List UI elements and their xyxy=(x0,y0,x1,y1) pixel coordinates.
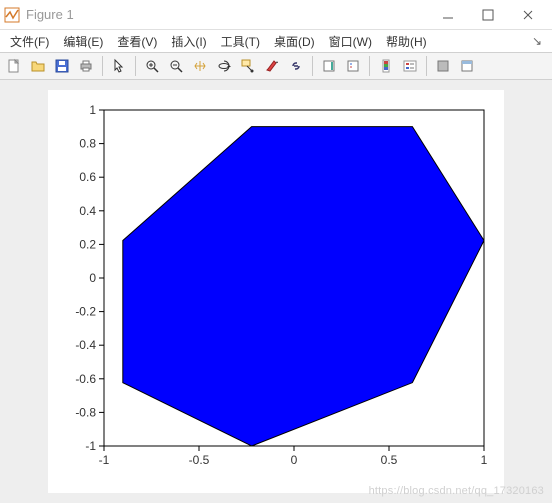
window-title: Figure 1 xyxy=(26,7,428,22)
datacursor-button[interactable] xyxy=(236,55,260,77)
minimize-button[interactable] xyxy=(428,1,468,29)
show-tools-button[interactable] xyxy=(455,55,479,77)
toolbar-separator xyxy=(102,56,103,76)
hide-tools-button[interactable] xyxy=(431,55,455,77)
toolbar-separator xyxy=(135,56,136,76)
svg-text:-0.6: -0.6 xyxy=(75,372,96,386)
svg-text:0: 0 xyxy=(89,271,96,285)
zoom-in-button[interactable] xyxy=(140,55,164,77)
toolbar-separator xyxy=(426,56,427,76)
figure-canvas[interactable]: -1 -0.5 0 0.5 1 -1 -0.8 -0.6 -0.4 -0.2 0 0.2 0.4 0.6 0… xyxy=(0,80,552,503)
menu-view[interactable]: 查看(V) xyxy=(111,31,163,52)
open-button[interactable] xyxy=(26,55,50,77)
menubar: 文件(F) 编辑(E) 查看(V) 插入(I) 工具(T) 桌面(D) 窗口(W… xyxy=(0,30,552,52)
new-figure-button[interactable] xyxy=(2,55,26,77)
insert-colorbar-button[interactable] xyxy=(317,55,341,77)
svg-text:0.2: 0.2 xyxy=(79,237,96,251)
menu-tools[interactable]: 工具(T) xyxy=(215,31,266,52)
axes: -1 -0.5 0 0.5 1 -1 -0.8 -0.6 -0.4 -0.2 0 0.2 0.4 0.6 0… xyxy=(56,98,496,478)
svg-text:-1: -1 xyxy=(85,439,96,453)
svg-text:0.4: 0.4 xyxy=(79,204,96,218)
legend-button[interactable] xyxy=(398,55,422,77)
svg-text:-0.4: -0.4 xyxy=(75,338,96,352)
svg-text:1: 1 xyxy=(481,453,488,467)
save-button[interactable] xyxy=(50,55,74,77)
maximize-button[interactable] xyxy=(468,1,508,29)
svg-text:0.5: 0.5 xyxy=(381,453,398,467)
svg-text:-0.8: -0.8 xyxy=(75,405,96,419)
menu-edit[interactable]: 编辑(E) xyxy=(57,31,109,52)
menu-desktop[interactable]: 桌面(D) xyxy=(268,31,321,52)
insert-legend-button[interactable] xyxy=(341,55,365,77)
colorbar-button[interactable] xyxy=(374,55,398,77)
svg-text:-0.5: -0.5 xyxy=(189,453,210,467)
link-button[interactable] xyxy=(284,55,308,77)
print-button[interactable] xyxy=(74,55,98,77)
svg-text:0.8: 0.8 xyxy=(79,137,96,151)
pan-button[interactable] xyxy=(188,55,212,77)
svg-text:0.6: 0.6 xyxy=(79,170,96,184)
pointer-button[interactable] xyxy=(107,55,131,77)
axes-panel: -1 -0.5 0 0.5 1 -1 -0.8 -0.6 -0.4 -0.2 0 0.2 0.4 0.6 0… xyxy=(48,90,504,493)
rotate3d-button[interactable] xyxy=(212,55,236,77)
window-titlebar: Figure 1 xyxy=(0,0,552,30)
zoom-out-button[interactable] xyxy=(164,55,188,77)
toolbar-separator xyxy=(369,56,370,76)
menu-file[interactable]: 文件(F) xyxy=(4,31,55,52)
toolbar xyxy=(0,52,552,80)
svg-text:-0.2: -0.2 xyxy=(75,305,96,319)
menu-help[interactable]: 帮助(H) xyxy=(380,31,433,52)
svg-text:0: 0 xyxy=(291,453,298,467)
brush-button[interactable] xyxy=(260,55,284,77)
svg-text:-1: -1 xyxy=(99,453,110,467)
close-button[interactable] xyxy=(508,1,548,29)
app-icon xyxy=(4,7,20,23)
toolbar-separator xyxy=(312,56,313,76)
menu-insert[interactable]: 插入(I) xyxy=(165,31,212,52)
svg-text:1: 1 xyxy=(89,103,96,117)
menu-window[interactable]: 窗口(W) xyxy=(323,31,378,52)
menu-overflow-icon[interactable]: ↘ xyxy=(526,34,548,48)
